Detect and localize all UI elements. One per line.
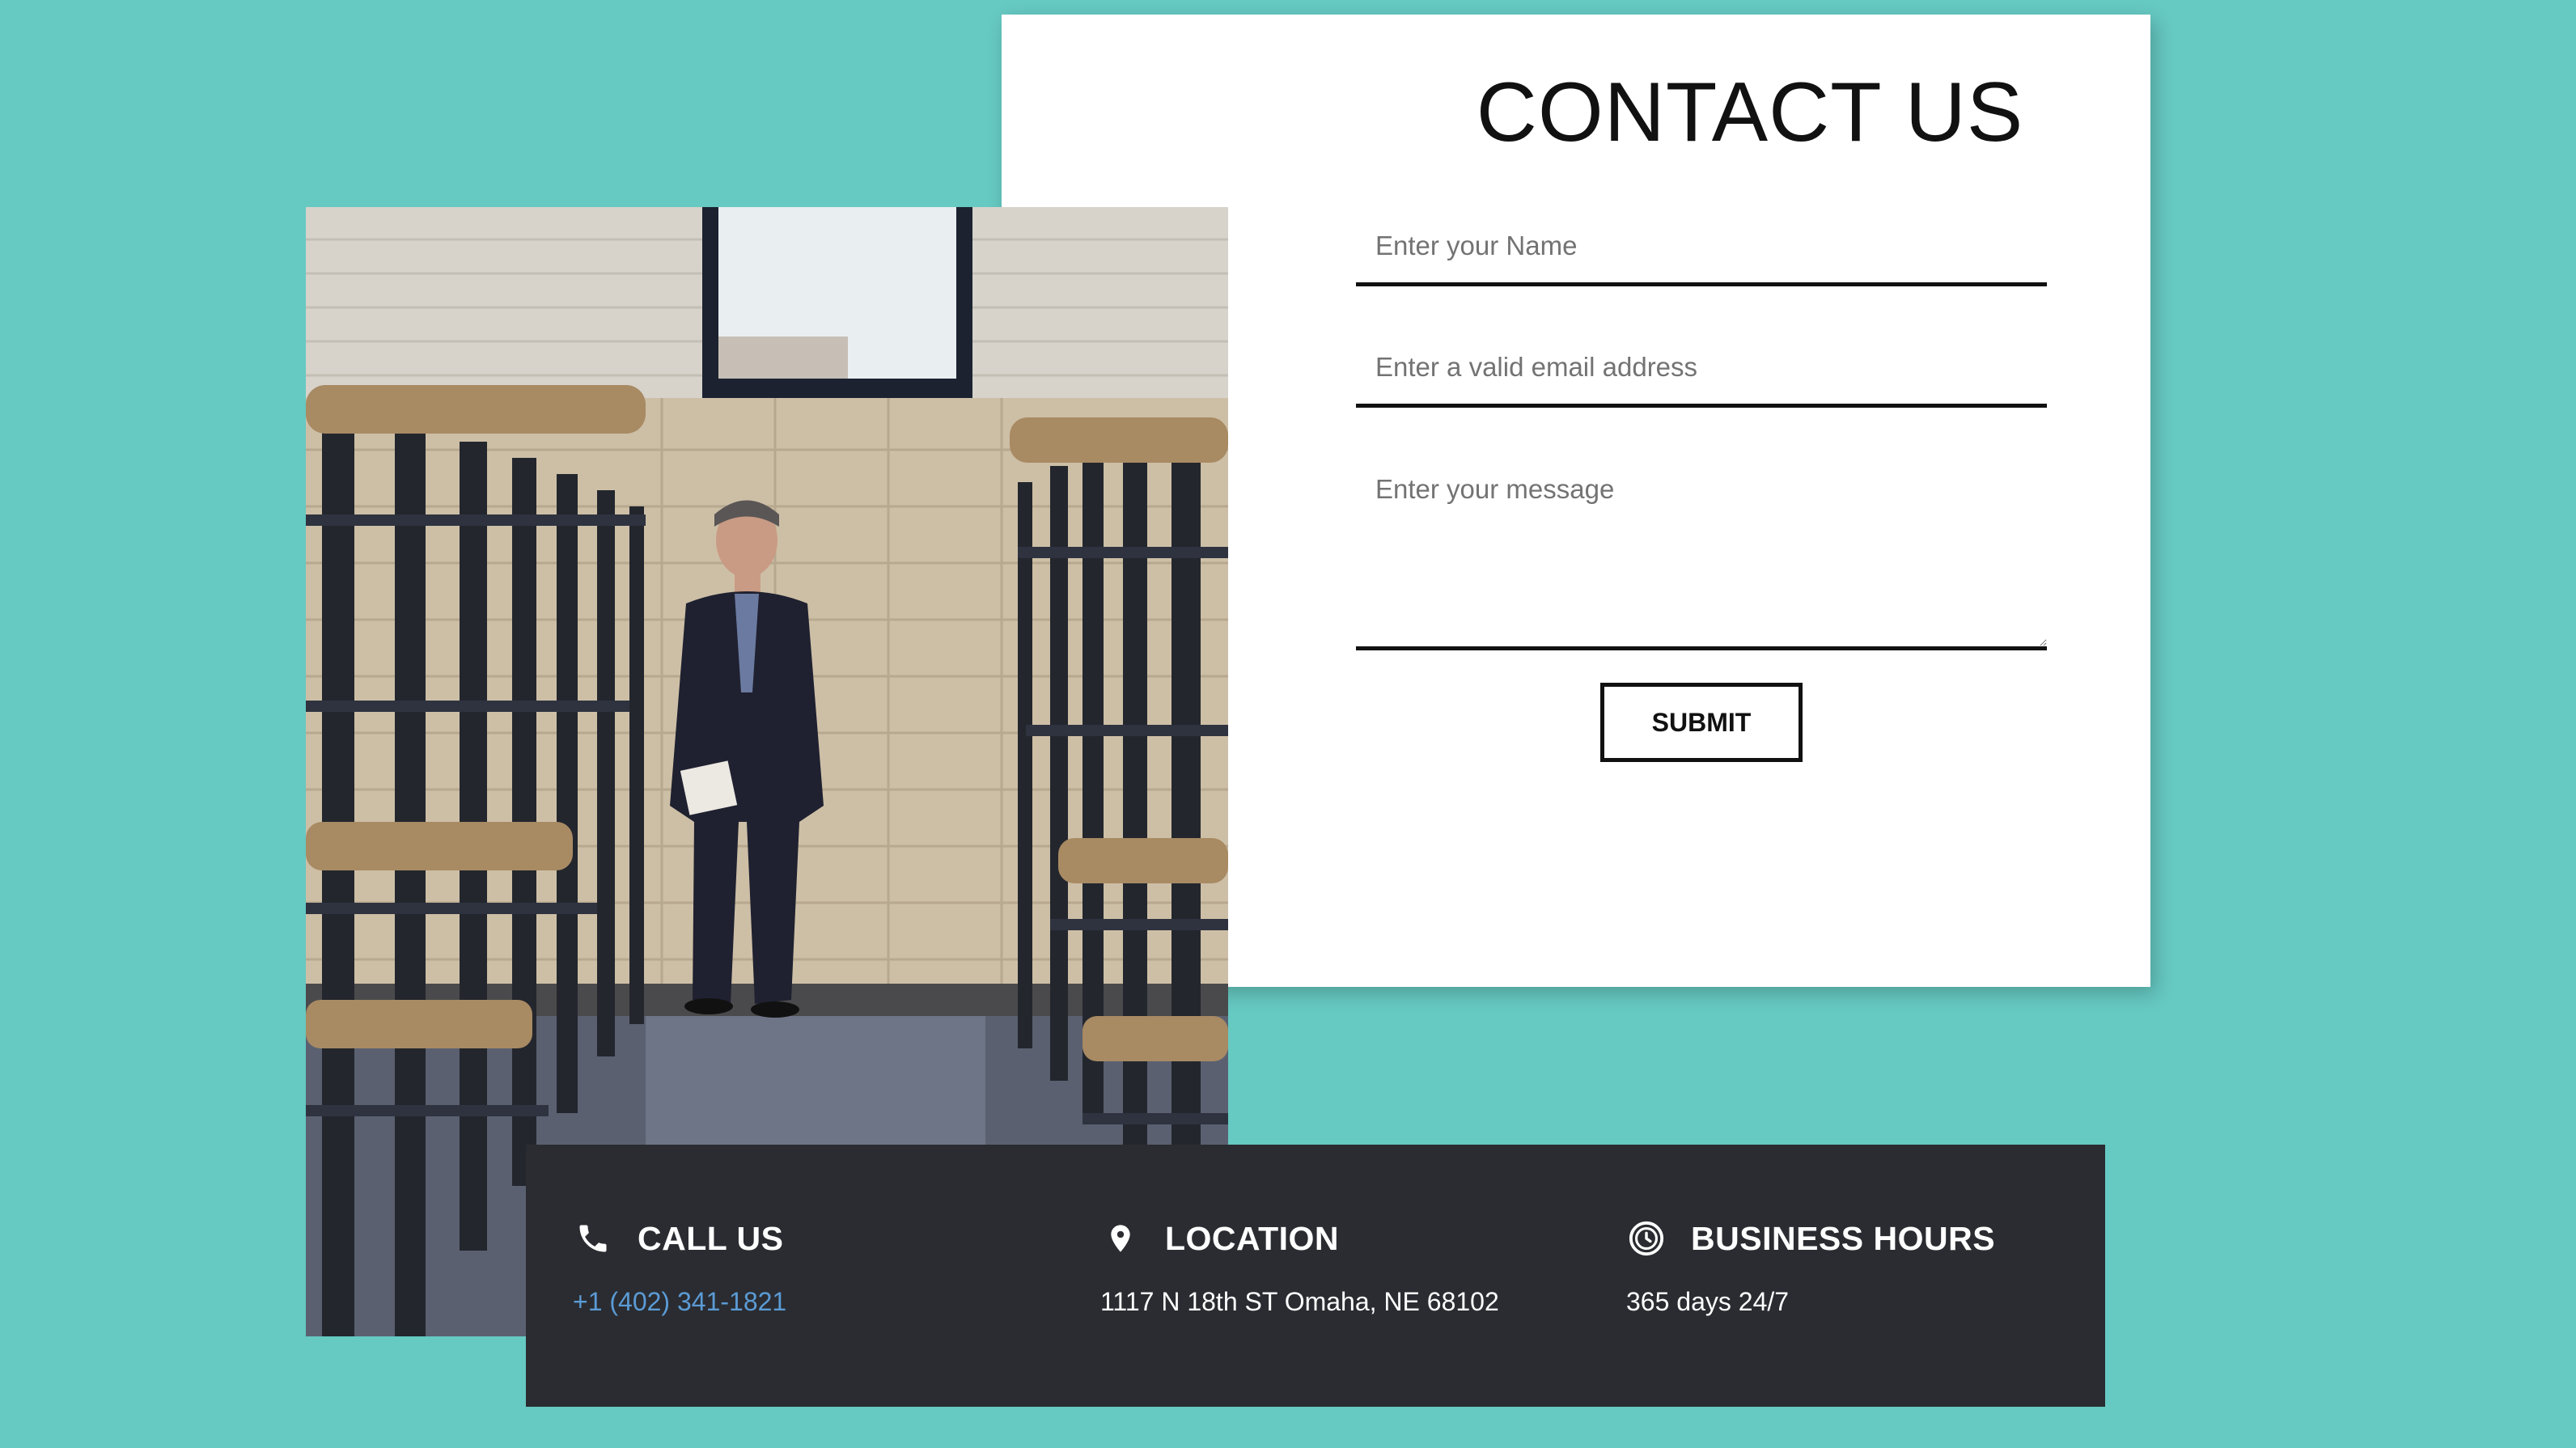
hours-text: 365 days 24/7 xyxy=(1626,1287,1790,1316)
location-heading: LOCATION xyxy=(1165,1219,1340,1257)
contact-info-bar: CALL US +1 (402) 341-1821 LOCATION 1117 … xyxy=(526,1145,2105,1407)
call-us-heading: CALL US xyxy=(638,1219,784,1257)
phone-icon xyxy=(573,1218,613,1259)
business-hours-heading: BUSINESS HOURS xyxy=(1691,1219,1996,1257)
location-section: LOCATION 1117 N 18th ST Omaha, NE 68102 xyxy=(1100,1214,1499,1317)
message-textarea[interactable] xyxy=(1356,451,2047,650)
submit-button[interactable]: SUBMIT xyxy=(1600,683,1803,762)
page-title: CONTACT US xyxy=(1476,66,2024,159)
name-input[interactable] xyxy=(1356,209,2047,286)
phone-number-link[interactable]: +1 (402) 341-1821 xyxy=(573,1287,786,1317)
address-text: 1117 N 18th ST Omaha, NE 68102 xyxy=(1100,1287,1499,1316)
business-hours-section: BUSINESS HOURS 365 days 24/7 xyxy=(1626,1214,1995,1317)
call-us-section: CALL US +1 (402) 341-1821 xyxy=(573,1214,786,1317)
email-input[interactable] xyxy=(1356,330,2047,408)
clock-icon xyxy=(1626,1218,1667,1259)
location-pin-icon xyxy=(1100,1218,1141,1259)
